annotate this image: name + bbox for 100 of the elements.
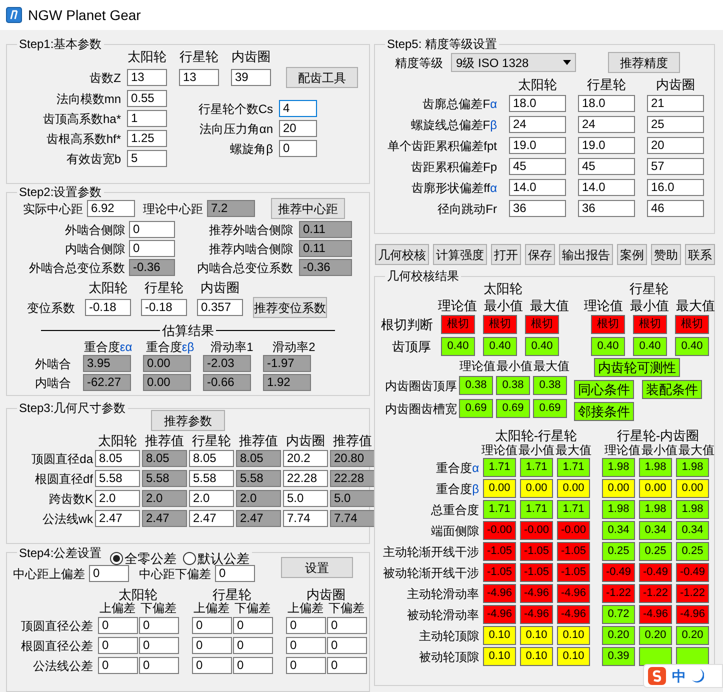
input-field[interactable]: 0.55 [127,90,167,107]
recommend-button[interactable]: 推荐中心距 [271,198,345,219]
input-field[interactable]: 0 [327,637,367,654]
input-field[interactable]: 0 [215,565,255,582]
input-field[interactable]: 20 [279,120,317,137]
input-field[interactable]: 1 [127,110,167,127]
input-field[interactable]: 5.58 [189,470,234,487]
field-label: 有效齿宽b [65,152,121,164]
input-field[interactable]: 5.0 [283,490,328,507]
input-field[interactable]: 0 [286,637,326,654]
input-field[interactable]: 13 [127,69,167,86]
ime-toolbar[interactable]: 中 [643,664,723,688]
section-title: 估算结果 [162,324,214,337]
input-field[interactable]: 0 [129,240,175,257]
input-field[interactable]: 5.58 [95,470,140,487]
toolbar-button[interactable]: 保存 [525,244,555,265]
input-field[interactable]: 13 [179,69,219,86]
input-field[interactable]: 45 [578,158,635,175]
ime-mode-label[interactable]: 中 [672,666,686,686]
input-field[interactable]: 20.2 [283,450,328,467]
input-field[interactable]: 8.05 [95,450,140,467]
match-button[interactable]: 配齿工具 [286,67,358,88]
input-field[interactable]: 0.357 [197,299,243,316]
input-field[interactable]: 0 [286,657,326,674]
input-field[interactable]: 14.0 [578,179,635,196]
status-cell: 1.98 [676,500,709,519]
input-field[interactable]: 36 [578,200,635,217]
input-field[interactable]: 0 [98,617,138,634]
toolbar-button[interactable]: 计算强度 [433,244,487,265]
input-field[interactable]: 0 [139,617,179,634]
input-field[interactable]: 24 [509,116,566,133]
input-field[interactable]: 2.47 [95,510,140,527]
radio-button[interactable] [110,552,123,565]
input-field[interactable]: 2.0 [95,490,140,507]
status-cell: 1.71 [483,458,516,477]
input-field[interactable]: 0 [233,617,273,634]
input-field[interactable]: 6.92 [87,200,135,217]
input-field[interactable]: 0 [139,657,179,674]
recommend-params-button[interactable]: 推荐参数 [151,410,225,431]
input-field[interactable]: 8.05 [189,450,234,467]
input-field[interactable]: 0 [89,565,129,582]
input-field[interactable]: 18.0 [509,95,566,112]
recommend-grade-button[interactable]: 推荐精度 [608,52,680,73]
settings-button[interactable]: 设置 [281,557,353,578]
toolbar-button[interactable]: 联系 [685,244,715,265]
input-field[interactable]: 22.28 [283,470,328,487]
input-field[interactable]: 36 [509,200,566,217]
input-field[interactable]: 0 [233,657,273,674]
input-field[interactable]: 0 [279,140,317,157]
field-label: 径向跳动Fr [436,202,497,214]
input-field[interactable]: 19.0 [509,137,566,154]
toolbar-button[interactable]: 输出报告 [559,244,613,265]
input-field[interactable]: 0 [192,657,232,674]
input-field[interactable]: 4 [279,100,317,117]
radio-button[interactable] [182,552,196,565]
input-field[interactable]: 5 [127,150,167,167]
input-field[interactable]: -0.18 [85,299,131,316]
status-cell: -0.49 [676,563,709,582]
input-field[interactable]: 25 [647,116,704,133]
input-field[interactable]: 2.0 [189,490,234,507]
input-field[interactable]: 0 [98,657,138,674]
input-field[interactable]: 0 [98,637,138,654]
input-field[interactable]: 57 [647,158,704,175]
input-field[interactable]: 39 [231,69,271,86]
input-field[interactable]: 18.0 [578,95,635,112]
status-cell: 0.00 [602,479,635,498]
toolbar-button[interactable]: 打开 [491,244,521,265]
input-field[interactable]: 16.0 [647,179,704,196]
toolbar-button[interactable]: 案例 [617,244,647,265]
input-field[interactable]: 0 [286,617,326,634]
readout-field: 7.74 [330,510,375,527]
input-field[interactable]: 2.47 [189,510,234,527]
status-cell: 0.34 [676,521,709,540]
input-field[interactable]: 7.74 [283,510,328,527]
input-field[interactable]: 0 [233,637,273,654]
grade-dropdown[interactable]: 9级 ISO 1328 [451,53,576,72]
status-cell: 0.69 [533,399,567,418]
input-field[interactable]: -0.18 [141,299,187,316]
recommend-shift-button[interactable]: 推荐变位系数 [253,297,327,318]
input-field[interactable]: 14.0 [509,179,566,196]
input-field[interactable]: 0 [192,637,232,654]
input-field[interactable]: 0 [327,657,367,674]
input-field[interactable]: 46 [647,200,704,217]
input-field[interactable]: 24 [578,116,635,133]
status-cell: -1.05 [520,542,553,561]
input-field[interactable]: 0 [139,637,179,654]
input-field[interactable]: 21 [647,95,704,112]
condition-indicator: 内齿轮可测性 [594,358,680,377]
input-field[interactable]: 0 [129,221,175,238]
status-cell: 0.38 [533,376,567,395]
input-field[interactable]: 0 [327,617,367,634]
input-field[interactable]: 45 [509,158,566,175]
status-cell: -1.05 [483,542,516,561]
toolbar-button[interactable]: 赞助 [651,244,681,265]
input-field[interactable]: 0 [192,617,232,634]
condition-indicator: 装配条件 [642,380,702,399]
toolbar-button[interactable]: 几何校核 [375,244,429,265]
input-field[interactable]: 19.0 [578,137,635,154]
input-field[interactable]: 20 [647,137,704,154]
input-field[interactable]: 1.25 [127,130,167,147]
